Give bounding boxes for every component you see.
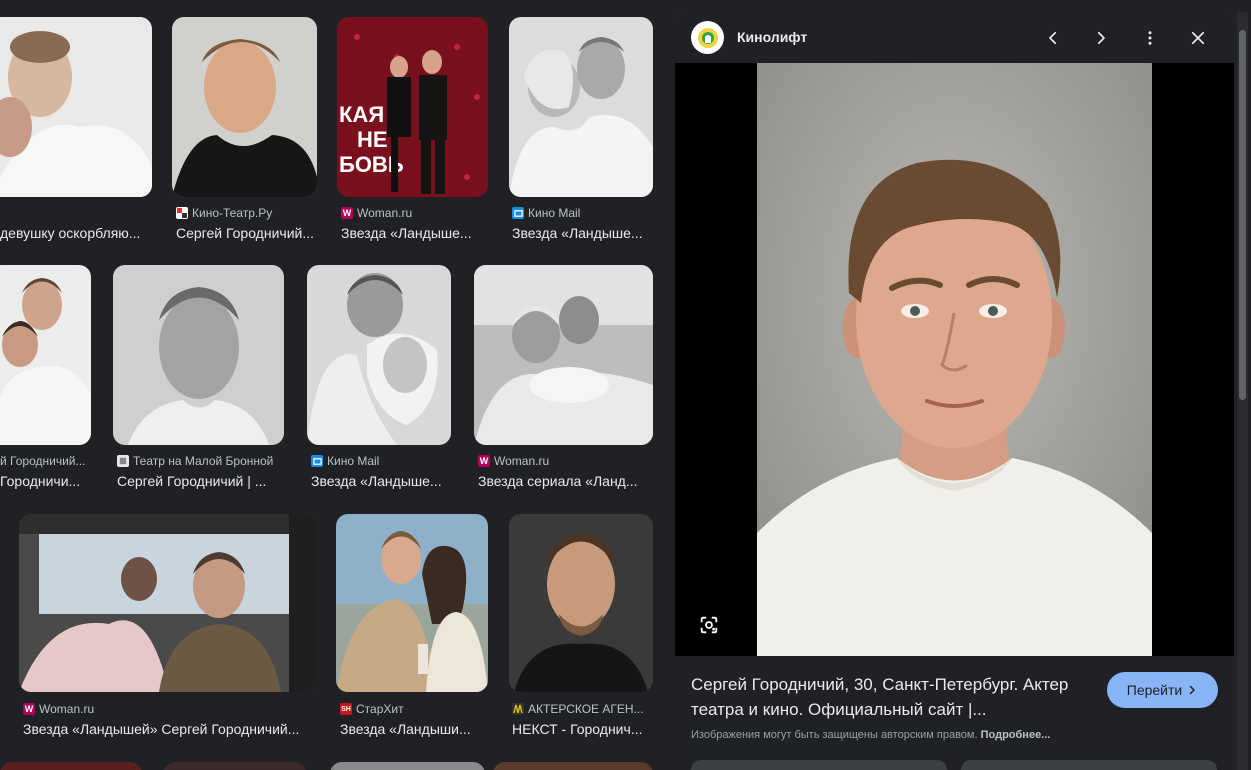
copyright-text: Изображения могут быть защищены авторски… bbox=[691, 729, 978, 741]
result-thumbnail[interactable] bbox=[0, 265, 91, 445]
more-vert-icon bbox=[1148, 31, 1152, 45]
result-source: Кино Mail bbox=[327, 454, 380, 468]
image-preview-panel: Кинолифт Сергей Городничий, 30, Санкт-Пе… bbox=[675, 12, 1234, 770]
result-thumbnail[interactable]: КАЯ НЕ БОВЬ bbox=[337, 17, 488, 197]
result-source: Woman.ru bbox=[357, 206, 413, 220]
woman-favicon-icon: W bbox=[23, 703, 35, 715]
result-source: й Городничий... bbox=[0, 454, 86, 468]
result-source: Кино-Театр.Ру bbox=[192, 206, 273, 220]
chevron-right-icon bbox=[1189, 685, 1195, 695]
prev-button[interactable] bbox=[1039, 24, 1067, 52]
result-thumbnail[interactable] bbox=[493, 762, 653, 770]
chevron-right-icon bbox=[1097, 31, 1105, 45]
result-thumbnail[interactable] bbox=[0, 762, 142, 770]
result-source: АКТЕРСКОЕ АГЕН... bbox=[528, 702, 644, 716]
preview-info: Сергей Городничий, 30, Санкт-Петербург. … bbox=[675, 656, 1234, 770]
woman-favicon-icon: W bbox=[341, 207, 353, 219]
result-title[interactable]: Сергей Городничий | ... bbox=[117, 473, 282, 489]
site-name[interactable]: Кинолифт bbox=[737, 29, 807, 45]
result-title[interactable]: Звезда «Ландыше... bbox=[341, 225, 486, 241]
result-thumbnail[interactable] bbox=[509, 514, 653, 692]
action-chip[interactable] bbox=[961, 760, 1217, 770]
close-icon bbox=[1191, 31, 1205, 45]
starhit-favicon-icon: SH bbox=[340, 703, 352, 715]
kinoteatr-favicon-icon bbox=[176, 207, 188, 219]
site-logo[interactable] bbox=[691, 21, 724, 54]
scrollbar[interactable] bbox=[1237, 12, 1248, 770]
result-thumbnail[interactable] bbox=[19, 514, 316, 692]
preview-title[interactable]: Сергей Городничий, 30, Санкт-Петербург. … bbox=[691, 672, 1081, 722]
image-results-grid: девушку оскорбляю... Кино-Театр.Ру Серге… bbox=[0, 0, 665, 770]
result-title[interactable]: Звезда «Ландышей» Сергей Городничий... bbox=[23, 721, 313, 737]
next-button[interactable] bbox=[1087, 24, 1115, 52]
close-button[interactable] bbox=[1184, 24, 1212, 52]
result-thumbnail[interactable] bbox=[163, 762, 306, 770]
result-title[interactable]: Городничи... bbox=[0, 473, 88, 489]
preview-header: Кинолифт bbox=[675, 12, 1234, 63]
result-source: Театр на Малой Бронной bbox=[133, 454, 274, 468]
preview-image-area[interactable] bbox=[675, 63, 1234, 656]
visit-button-label: Перейти bbox=[1126, 682, 1183, 698]
scrollbar-thumb[interactable] bbox=[1239, 30, 1246, 400]
result-thumbnail[interactable] bbox=[336, 514, 488, 692]
svg-text:КАЯ: КАЯ bbox=[339, 102, 384, 127]
teatr-favicon-icon bbox=[117, 455, 129, 467]
kinolift-logo-icon bbox=[697, 27, 718, 48]
result-title[interactable]: НЕКСТ - Городнич... bbox=[512, 721, 652, 737]
result-title[interactable]: Звезда «Ландыше... bbox=[512, 225, 652, 241]
preview-image[interactable] bbox=[757, 63, 1152, 656]
result-title[interactable]: Звезда сериала «Ланд... bbox=[478, 473, 653, 489]
result-title[interactable]: девушку оскорбляю... bbox=[0, 225, 148, 241]
svg-text:НЕ: НЕ bbox=[357, 127, 388, 152]
woman-favicon-icon: W bbox=[478, 455, 490, 467]
agency-favicon-icon bbox=[512, 703, 524, 715]
more-options-button[interactable] bbox=[1136, 24, 1164, 52]
result-thumbnail[interactable] bbox=[307, 265, 451, 445]
result-source: СтарХит bbox=[356, 702, 404, 716]
result-source: Woman.ru bbox=[494, 454, 550, 468]
result-thumbnail[interactable] bbox=[509, 17, 653, 197]
lens-icon bbox=[700, 616, 718, 634]
result-thumbnail[interactable] bbox=[0, 17, 152, 197]
action-chip[interactable] bbox=[691, 760, 947, 770]
result-thumbnail[interactable] bbox=[172, 17, 317, 197]
copyright-notice: Изображения могут быть защищены авторски… bbox=[691, 729, 1050, 741]
chevron-left-icon bbox=[1049, 31, 1057, 45]
result-source: Woman.ru bbox=[39, 702, 95, 716]
result-title[interactable]: Звезда «Ландыше... bbox=[311, 473, 451, 489]
result-title[interactable]: Сергей Городничий... bbox=[176, 225, 316, 241]
result-thumbnail[interactable] bbox=[474, 265, 653, 445]
result-title[interactable]: Звезда «Ландыши... bbox=[340, 721, 485, 737]
mail-favicon-icon bbox=[512, 207, 524, 219]
more-info-link[interactable]: Подробнее... bbox=[981, 729, 1051, 741]
visit-button[interactable]: Перейти bbox=[1107, 672, 1218, 708]
result-thumbnail[interactable] bbox=[113, 265, 284, 445]
result-source: Кино Mail bbox=[528, 206, 581, 220]
mail-favicon-icon bbox=[311, 455, 323, 467]
lens-search-button[interactable] bbox=[695, 611, 723, 639]
result-thumbnail[interactable] bbox=[330, 762, 485, 770]
